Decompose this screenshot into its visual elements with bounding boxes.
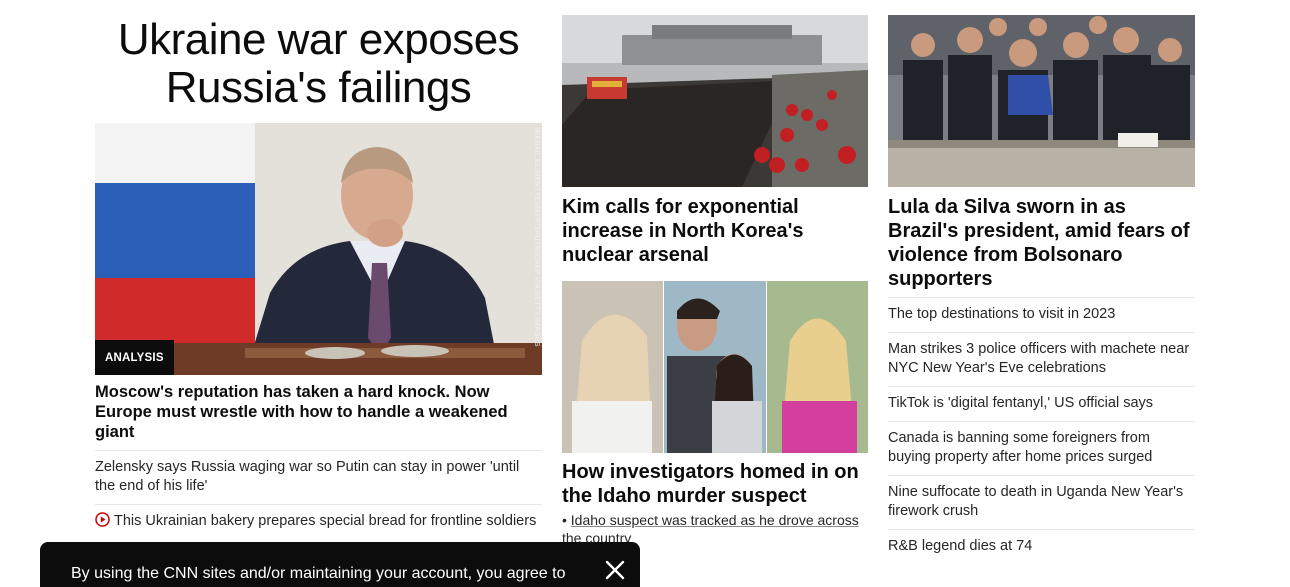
right-list-item[interactable]: R&B legend dies at 74: [888, 530, 1195, 564]
photo-credit: MIKHAIL KLIMENTYEV/AFP/SPUTNIK/AFP VIA G…: [533, 127, 540, 347]
lead-subhead-link[interactable]: Moscow's reputation has taken a hard kno…: [95, 382, 542, 451]
lead-related-item[interactable]: Zelensky says Russia waging war so Putin…: [95, 451, 542, 505]
lula-inauguration-image: [888, 15, 1195, 187]
right-list-item[interactable]: TikTok is 'digital fentanyl,' US officia…: [888, 387, 1195, 422]
lead-story-photo[interactable]: MIKHAIL KLIMENTYEV/AFP/SPUTNIK/AFP VIA G…: [95, 123, 542, 375]
parade-image: [562, 15, 868, 187]
close-icon[interactable]: [604, 559, 626, 581]
idaho-story-title[interactable]: How investigators homed in on the Idaho …: [562, 460, 868, 508]
right-list-item[interactable]: Man strikes 3 police officers with mache…: [888, 333, 1195, 387]
lead-related-video-label: This Ukrainian bakery prepares special b…: [114, 513, 537, 529]
lead-related-item-video[interactable]: This Ukrainian bakery prepares special b…: [95, 505, 542, 541]
lula-story-photo[interactable]: [888, 15, 1195, 187]
right-list-item[interactable]: Canada is banning some foreigners from b…: [888, 422, 1195, 476]
lead-headline[interactable]: Ukraine war exposes Russia's failings: [95, 16, 542, 123]
idaho-story-photo[interactable]: [562, 281, 868, 453]
cookie-consent-banner: By using the CNN sites and/or maintainin…: [40, 542, 640, 587]
idaho-collage-image: [562, 281, 868, 453]
right-list-item[interactable]: The top destinations to visit in 2023: [888, 298, 1195, 333]
right-list-item[interactable]: Nine suffocate to death in Uganda New Ye…: [888, 476, 1195, 530]
right-column: Lula da Silva sworn in as Brazil's presi…: [888, 0, 1195, 564]
north-korea-parade-photo[interactable]: [562, 15, 868, 187]
lula-story-title[interactable]: Lula da Silva sworn in as Brazil's presi…: [888, 195, 1195, 298]
idaho-bullet-text: Idaho suspect was tracked as he drove ac…: [562, 512, 859, 546]
cookie-consent-text: By using the CNN sites and/or maintainin…: [71, 565, 566, 582]
analysis-badge: ANALYSIS: [95, 340, 174, 375]
play-video-icon: [95, 512, 110, 533]
north-korea-story-title[interactable]: Kim calls for exponential increase in No…: [562, 195, 868, 267]
middle-column: Kim calls for exponential increase in No…: [562, 0, 868, 547]
lead-story-column: Ukraine war exposes Russia's failings MI…: [95, 0, 542, 541]
putin-photo-image: [95, 123, 542, 375]
